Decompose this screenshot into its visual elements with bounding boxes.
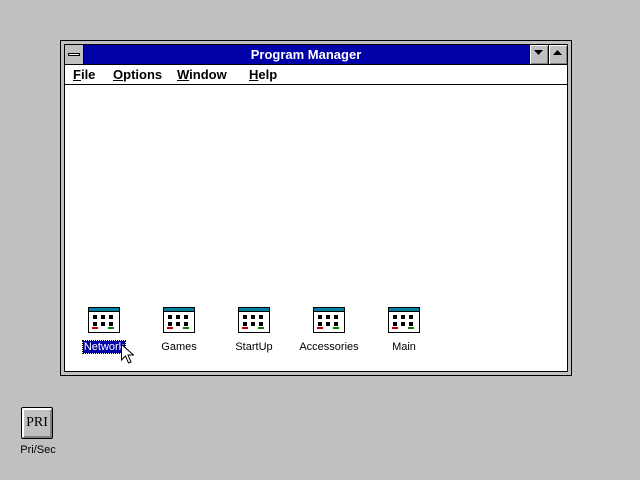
group-label-text: Main bbox=[392, 341, 416, 353]
group-label-text: Network bbox=[81, 340, 127, 354]
client-area: Network Games StartUp Accessories Main bbox=[65, 85, 567, 371]
menu-file[interactable]: File bbox=[73, 65, 95, 84]
group-label: Main bbox=[366, 340, 442, 354]
desktop-icon-pri-sec[interactable]: PRI Pri/Sec bbox=[10, 407, 66, 463]
window-title: Program Manager bbox=[250, 47, 362, 62]
pri-icon[interactable]: PRI bbox=[21, 407, 53, 439]
group-main[interactable]: Main bbox=[366, 307, 442, 357]
program-group-icon bbox=[313, 307, 345, 333]
menu-bar: File Options Window Help bbox=[65, 65, 567, 85]
system-menu-icon bbox=[68, 53, 80, 56]
menu-file-rest: ile bbox=[80, 67, 96, 82]
menu-window-mnemonic: W bbox=[177, 67, 190, 82]
menu-window[interactable]: Window bbox=[177, 65, 227, 84]
menu-file-mnemonic: F bbox=[73, 67, 81, 82]
group-games[interactable]: Games bbox=[141, 307, 217, 357]
group-label: StartUp bbox=[216, 340, 292, 354]
maximize-arrow-icon bbox=[553, 50, 562, 55]
maximize-button[interactable] bbox=[548, 45, 567, 64]
menu-options-mnemonic: O bbox=[113, 67, 124, 82]
menu-options-rest: ptions bbox=[123, 67, 163, 82]
group-label-text: Accessories bbox=[299, 341, 359, 353]
menu-window-rest: indow bbox=[189, 67, 227, 82]
program-group-icon bbox=[388, 307, 420, 333]
title-bar[interactable]: Program Manager bbox=[65, 45, 567, 65]
minimize-arrow-icon bbox=[534, 50, 543, 55]
group-accessories[interactable]: Accessories bbox=[291, 307, 367, 357]
desktop-icon-caption: Pri/Sec bbox=[20, 444, 56, 456]
group-label-text: StartUp bbox=[235, 341, 273, 353]
mouse-pointer-icon bbox=[121, 344, 134, 364]
menu-options[interactable]: Options bbox=[113, 65, 162, 84]
group-label-text: Games bbox=[161, 341, 197, 353]
program-group-icon bbox=[163, 307, 195, 333]
program-group-icon bbox=[88, 307, 120, 333]
group-label: Games bbox=[141, 340, 217, 354]
minimize-button[interactable] bbox=[529, 45, 548, 64]
program-manager-window[interactable]: Program Manager File Options Window Help bbox=[60, 40, 572, 376]
menu-help-mnemonic: H bbox=[249, 67, 259, 82]
group-label: Accessories bbox=[291, 340, 367, 354]
menu-help[interactable]: Help bbox=[249, 65, 277, 84]
window-frame: Program Manager File Options Window Help bbox=[64, 44, 568, 372]
group-startup[interactable]: StartUp bbox=[216, 307, 292, 357]
system-menu-button[interactable] bbox=[65, 45, 84, 64]
program-group-icon bbox=[238, 307, 270, 333]
menu-help-rest: elp bbox=[258, 67, 278, 82]
